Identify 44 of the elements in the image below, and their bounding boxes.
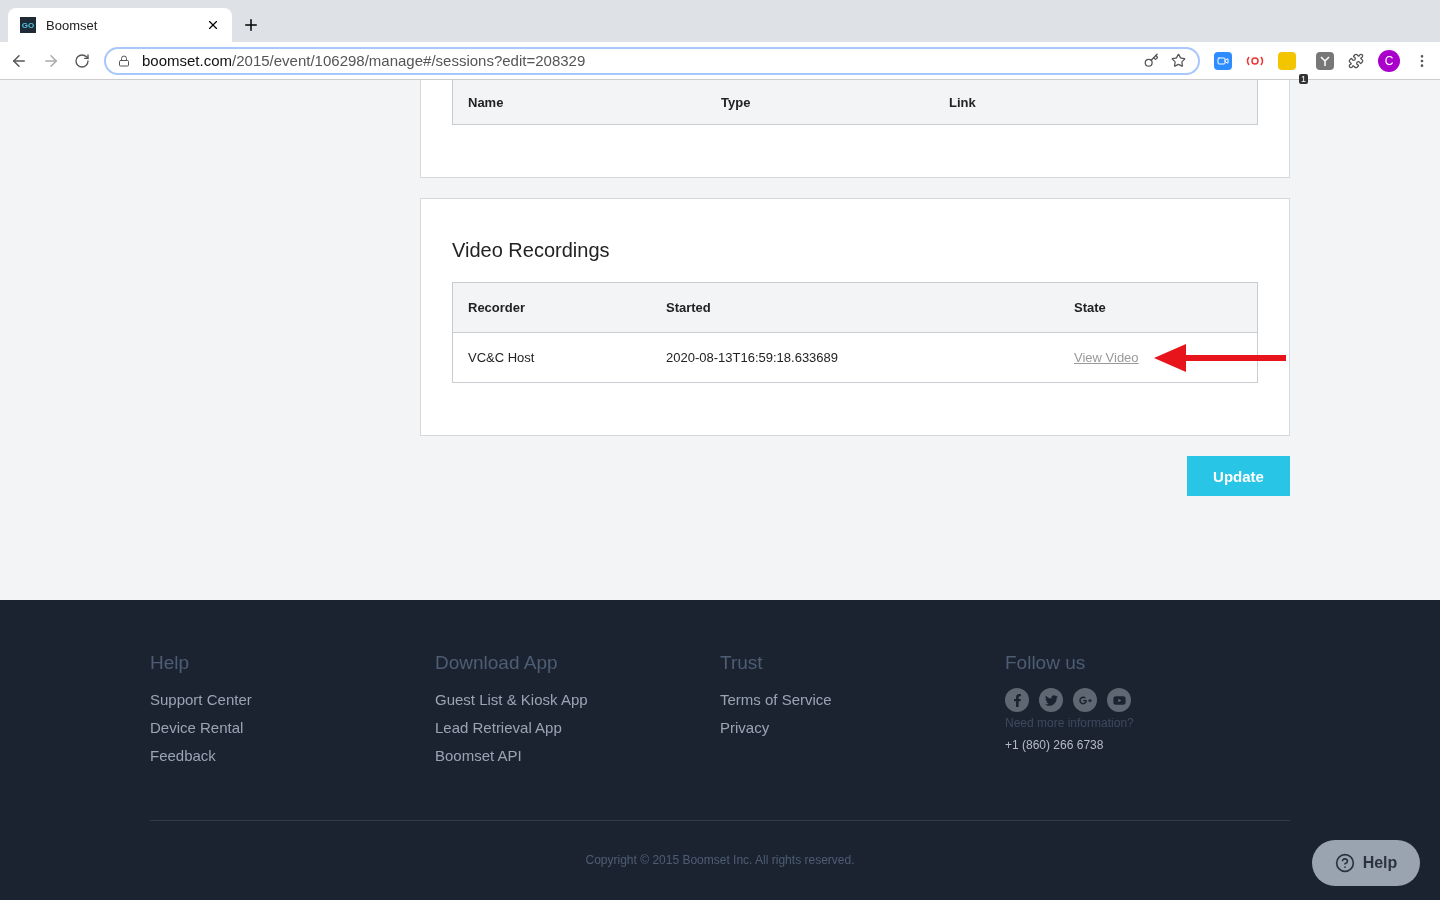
footer-link[interactable]: Terms of Service: [720, 686, 1005, 714]
copyright-text: Copyright © 2015 Boomset Inc. All rights reserved.: [584, 853, 856, 867]
puzzle-icon[interactable]: [1348, 52, 1364, 69]
footer-link[interactable]: Feedback: [150, 742, 435, 770]
key-icon[interactable]: [1144, 53, 1159, 68]
footer-heading: Follow us: [1005, 652, 1087, 674]
card-title: Video Recordings: [452, 239, 611, 262]
footer-link[interactable]: Privacy: [720, 714, 1005, 742]
help-button[interactable]: Help: [1312, 840, 1420, 886]
column-header: State: [1074, 300, 1107, 315]
tab-title: Boomset: [46, 17, 99, 33]
column-header: Started: [666, 300, 712, 315]
close-icon[interactable]: [206, 18, 220, 32]
footer-heading: Trust: [720, 652, 764, 674]
profile-avatar[interactable]: C: [1378, 49, 1400, 72]
star-icon[interactable]: [1171, 53, 1186, 68]
footer-link[interactable]: Guest List & Kiosk App: [435, 686, 720, 714]
table-cell-text: VC&C Host: [468, 350, 536, 365]
column-header: Recorder: [468, 300, 527, 315]
footer-heading: Help: [150, 652, 191, 674]
twitter-icon[interactable]: [1039, 688, 1063, 712]
column-header: Link: [949, 94, 977, 110]
youtube-icon[interactable]: [1107, 688, 1131, 712]
reload-icon[interactable]: [74, 52, 90, 69]
new-tab-icon[interactable]: [242, 16, 260, 34]
footer-link[interactable]: Support Center: [150, 686, 435, 714]
lock-icon: [118, 54, 130, 67]
address-bar[interactable]: boomset.com/2015/event/106298/manage#/sessions?edit=208329: [104, 46, 1200, 75]
footer-link[interactable]: Boomset API: [435, 742, 720, 770]
column-header: Type: [721, 94, 752, 110]
browser-tab[interactable]: GO Boomset: [8, 8, 232, 42]
help-icon: [1334, 853, 1355, 873]
facebook-icon[interactable]: [1005, 688, 1029, 712]
google-plus-icon[interactable]: [1073, 688, 1097, 712]
footer-heading: Download App: [435, 652, 559, 674]
phone-number: +1 (860) 266 6738: [1005, 738, 1105, 752]
footer-link[interactable]: Lead Retrieval App: [435, 714, 720, 742]
extension-badge: 1: [1299, 73, 1308, 84]
column-header: Name: [468, 94, 505, 110]
camera-icon[interactable]: [1214, 51, 1232, 70]
table-cell-text: 2020-08-13T16:59:18.633689: [666, 350, 840, 365]
favicon: GO: [20, 17, 36, 33]
url-text: boomset.com/2015/event/106298/manage#/sessions?edit=208329: [142, 52, 587, 69]
footer-link[interactable]: Device Rental: [150, 714, 435, 742]
